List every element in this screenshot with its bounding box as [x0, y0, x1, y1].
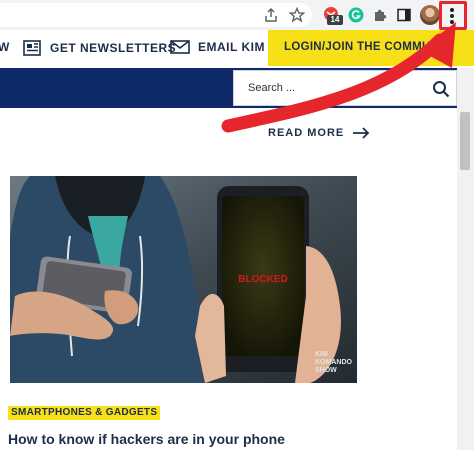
page-scrollbar[interactable] [457, 68, 474, 450]
category-badge[interactable]: SMARTPHONES & GADGETS [8, 406, 161, 420]
search-icon[interactable] [430, 78, 452, 100]
nav-item-partial[interactable]: W [0, 40, 10, 54]
kebab-menu-icon[interactable] [450, 8, 454, 24]
puzzle-icon[interactable] [371, 6, 389, 24]
nav-item-email[interactable]: EMAIL KIM [170, 40, 265, 54]
login-join-button[interactable]: LOGIN/JOIN THE COMMUNI [268, 30, 474, 66]
nav-item-newsletters[interactable]: GET NEWSLETTERS [22, 40, 176, 56]
search-input[interactable] [248, 80, 408, 96]
arrow-right-icon [352, 127, 370, 139]
grammarly-icon[interactable] [347, 6, 365, 24]
nav-item-email-label: EMAIL KIM [198, 40, 265, 54]
watermark-line3: SHOW [315, 367, 337, 374]
profile-avatar[interactable] [420, 5, 440, 25]
nav-item-partial-label: W [0, 40, 10, 54]
nav-item-newsletters-label: GET NEWSLETTERS [50, 41, 177, 55]
read-more-label: READ MORE [268, 127, 345, 139]
login-join-label: LOGIN/JOIN THE COMMUNI [284, 41, 443, 53]
side-panel-icon[interactable] [395, 6, 413, 24]
article-title[interactable]: How to know if hackers are in your phone [8, 431, 285, 447]
scrollbar-thumb[interactable] [460, 112, 470, 170]
extension-badge: 14 [327, 15, 343, 25]
search-form [233, 70, 457, 106]
gmail-extension-icon[interactable]: 14 [320, 6, 343, 25]
read-more-link[interactable]: READ MORE [268, 127, 370, 139]
browser-toolbar: 14 [0, 0, 474, 31]
envelope-icon [170, 40, 190, 54]
blocked-text: BLOCKED [238, 274, 287, 285]
newspaper-icon [22, 40, 42, 56]
bookmark-star-icon[interactable] [288, 6, 306, 24]
watermark-line2: KOMANDO [315, 359, 352, 366]
watermark-line1: KIM [315, 351, 328, 358]
share-icon[interactable] [262, 6, 280, 24]
article-image[interactable]: BLOCKED KIM KOMANDO SHOW [10, 176, 357, 383]
